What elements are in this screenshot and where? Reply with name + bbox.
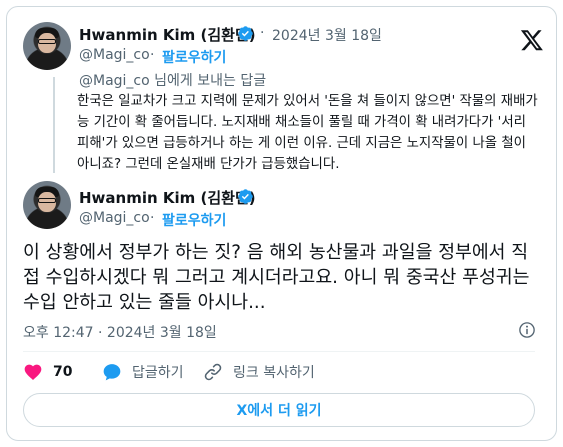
main-author-avatar[interactable]: [23, 181, 71, 229]
replying-to-handle[interactable]: @Magi_co: [79, 73, 150, 89]
reply-author-name[interactable]: Hwanmin Kim (김환민): [79, 24, 256, 45]
verified-badge-icon: [238, 26, 253, 41]
divider: [23, 351, 535, 352]
reply-label: 답글하기: [132, 365, 184, 381]
reply-button[interactable]: 답글하기: [102, 362, 184, 382]
replying-to-suffix: 님에게 보내는 답글: [149, 73, 267, 89]
copy-link-button[interactable]: 링크 복사하기: [203, 362, 315, 382]
thread-connector-line: [53, 77, 55, 173]
replying-to-line: @Magi_co 님에게 보내는 답글: [79, 70, 266, 90]
heart-icon: [24, 364, 42, 380]
reply-follow-button[interactable]: 팔로우하기: [162, 47, 226, 67]
main-follow-button[interactable]: 팔로우하기: [162, 210, 226, 230]
reply-tweet-text: 한국은 일교차가 크고 지력에 문제가 있어서 '돈을 쳐 들이지 않으면' 작…: [77, 94, 538, 172]
reply-handle-dot: ·: [150, 47, 155, 63]
main-tweet-text: 이 상황에서 정부가 하는 짓? 음 해외 농산물과 과일을 정부에서 직접 수…: [23, 242, 530, 313]
main-tweet-timestamp[interactable]: 오후 12:47 · 2024년 3월 18일: [23, 322, 217, 342]
like-button[interactable]: 70: [23, 362, 72, 382]
reply-separator: ·: [260, 25, 265, 41]
reply-date[interactable]: 2024년 3월 18일: [272, 25, 382, 45]
tweet-embed-card: Hwanmin Kim (김환민) · 2024년 3월 18일 @Magi_c…: [6, 6, 557, 441]
copy-link-label: 링크 복사하기: [233, 365, 315, 381]
read-more-on-x-button[interactable]: X에서 더 읽기: [23, 393, 535, 427]
reply-author-handle[interactable]: @Magi_co: [79, 47, 150, 63]
reply-author-avatar[interactable]: [23, 22, 71, 70]
verified-badge-icon: [238, 189, 253, 204]
link-icon: [204, 363, 222, 381]
main-author-name[interactable]: Hwanmin Kim (김환민): [79, 187, 256, 208]
main-handle-dot: ·: [150, 210, 155, 226]
info-icon[interactable]: [518, 321, 536, 339]
like-count: 70: [53, 364, 73, 380]
main-author-handle[interactable]: @Magi_co: [79, 210, 150, 226]
x-logo-icon[interactable]: [520, 28, 544, 52]
comment-icon: [103, 364, 121, 381]
